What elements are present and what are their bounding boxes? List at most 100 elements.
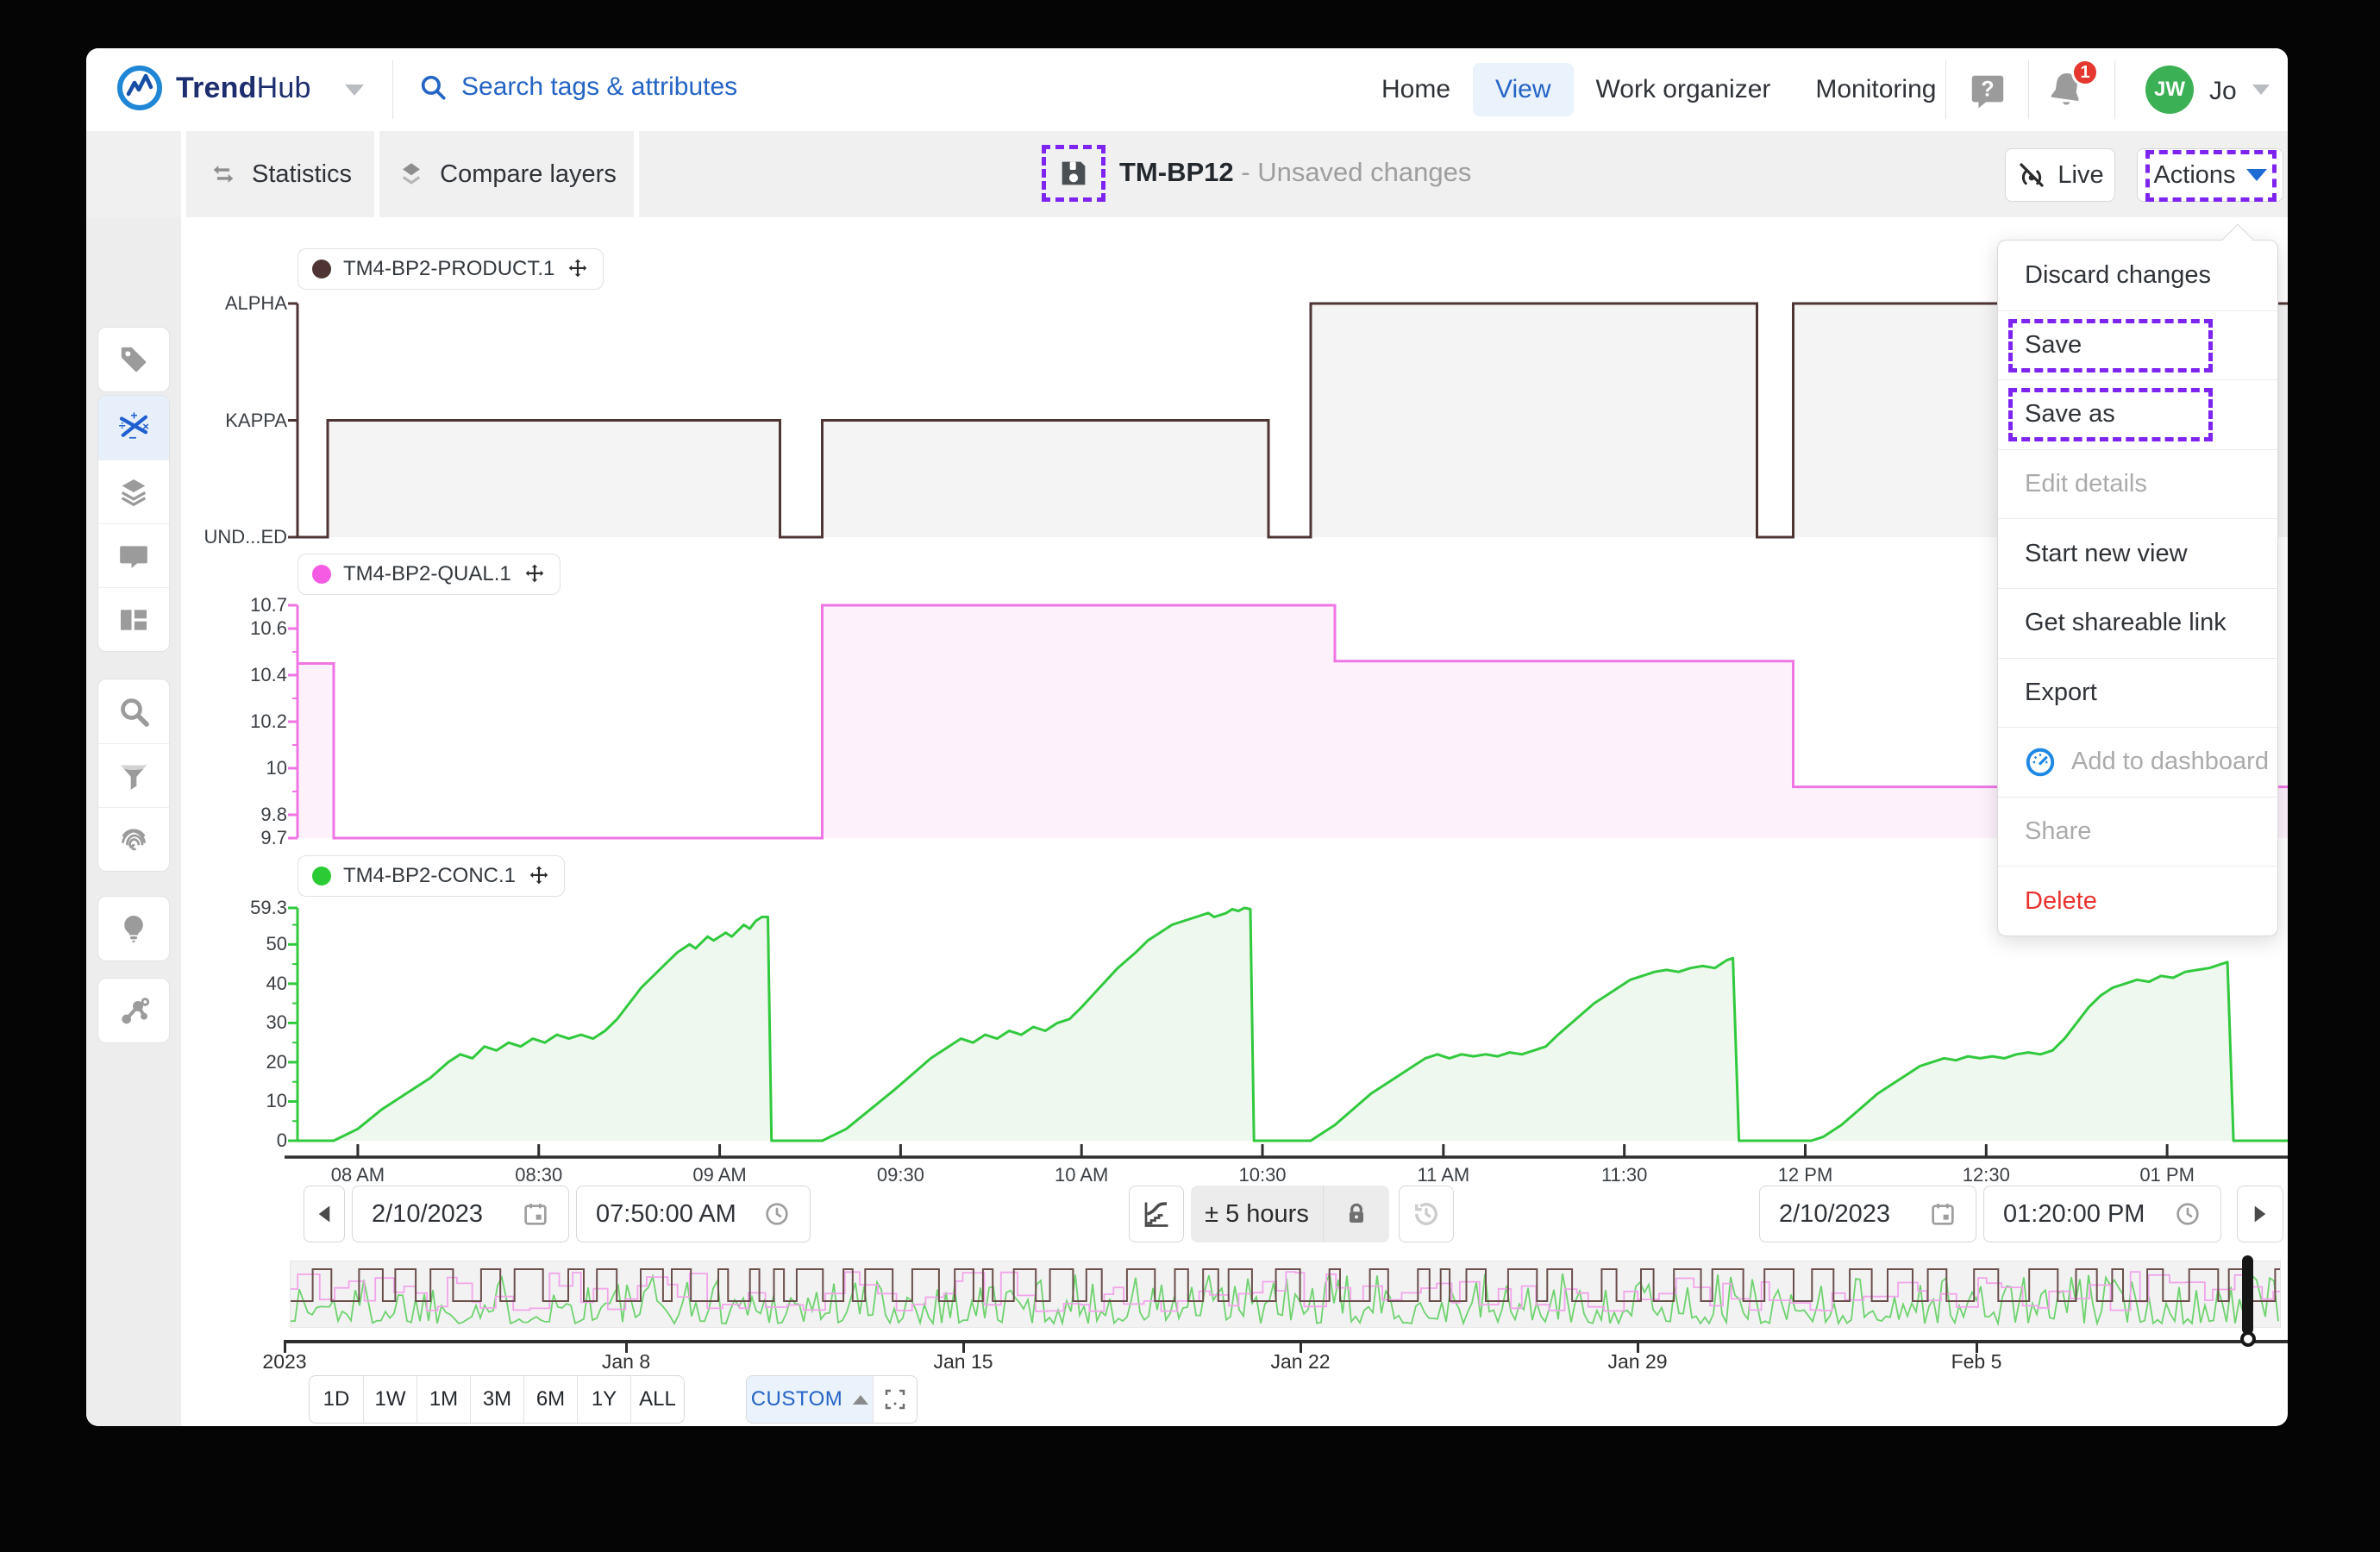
zoom-1y[interactable]: 1Y	[577, 1376, 630, 1423]
nav-view[interactable]: View	[1473, 63, 1573, 116]
legend-pill-qual[interactable]: TM4-BP2-QUAL.1	[298, 554, 561, 595]
live-button[interactable]: Live	[2005, 148, 2115, 202]
duration-lock-button[interactable]	[1323, 1186, 1389, 1242]
sidebar-item-dashboard[interactable]	[98, 587, 169, 651]
statistics-button[interactable]: Statistics	[186, 131, 374, 217]
timeline-label: Jan 29	[1577, 1350, 1698, 1374]
x-axis-tick-label: 12:30	[1926, 1164, 2046, 1186]
sidebar-item-fingerprint[interactable]	[98, 807, 169, 871]
timeline-label: Jan 15	[903, 1350, 1024, 1374]
svg-text:+: +	[130, 410, 137, 422]
x-axis-tick-label: 11:30	[1564, 1164, 1685, 1186]
duration-control[interactable]: ± 5 hours	[1191, 1186, 1389, 1242]
user-menu-caret-icon[interactable]	[2252, 84, 2270, 95]
start-date-field[interactable]: 2/10/2023	[352, 1186, 569, 1242]
menu-get-shareable-link[interactable]: Get shareable link	[1998, 588, 2277, 658]
y-axis-tick-label: 10.2	[191, 710, 287, 733]
y-axis-tick-label: 50	[191, 933, 287, 955]
sidebar-item-filter[interactable]	[98, 743, 169, 807]
nav-home[interactable]: Home	[1359, 63, 1473, 116]
end-date-field[interactable]: 2/10/2023	[1759, 1186, 1976, 1242]
start-time-value: 07:50:00 AM	[596, 1200, 736, 1229]
zoom-6m[interactable]: 6M	[523, 1376, 577, 1423]
x-axis-tick-label: 01 PM	[2107, 1164, 2227, 1186]
header-divider	[2114, 60, 2115, 119]
pan-left-button[interactable]	[304, 1186, 345, 1242]
legend-pill-conc[interactable]: TM4-BP2-CONC.1	[298, 855, 565, 897]
end-time-field[interactable]: 01:20:00 PM	[1983, 1186, 2221, 1242]
y-axis-tick-label: 0	[191, 1130, 287, 1152]
sidebar-item-tags[interactable]	[98, 328, 169, 391]
legend-pill-product[interactable]: TM4-BP2-PRODUCT.1	[298, 248, 604, 290]
filter-icon	[116, 759, 151, 793]
y-axis-tick-label: 10	[191, 1090, 287, 1112]
avatar[interactable]: JW	[2145, 66, 2194, 114]
save-icon[interactable]	[1056, 156, 1091, 191]
timeline-label: 2023	[224, 1350, 345, 1374]
workspace-caret-icon[interactable]	[345, 84, 364, 96]
compare-layers-label: Compare layers	[440, 160, 617, 189]
history-icon	[1411, 1198, 1442, 1230]
sidebar-item-comments[interactable]	[98, 523, 169, 587]
menu-save[interactable]: Save	[1998, 310, 2277, 380]
menu-export[interactable]: Export	[1998, 658, 2277, 728]
move-icon[interactable]	[528, 865, 550, 887]
zoom-1m[interactable]: 1M	[416, 1376, 470, 1423]
timeline-label: Jan 8	[566, 1350, 686, 1374]
unsaved-indicator: - Unsaved changes	[1234, 157, 1472, 187]
sidebar-item-context-graph[interactable]	[98, 979, 169, 1042]
live-label: Live	[2057, 161, 2103, 190]
actions-menu: Discard changes Save Save as Edit detail…	[1997, 240, 2278, 936]
sidebar-item-calculations[interactable]: +÷×−	[98, 396, 169, 460]
compare-layers-button[interactable]: Compare layers	[379, 131, 634, 217]
x-axis-tick-label: 09:30	[840, 1164, 961, 1186]
context-overview-strip[interactable]	[290, 1261, 2281, 1328]
start-time-field[interactable]: 07:50:00 AM	[576, 1186, 811, 1242]
history-button[interactable]	[1399, 1186, 1454, 1242]
custom-caret-up-icon	[853, 1395, 868, 1405]
zoom-presets: 1D 1W 1M 3M 6M 1Y ALL	[309, 1375, 685, 1424]
custom-range-button[interactable]: CUSTOM	[747, 1376, 873, 1423]
save-highlight-box	[1042, 145, 1105, 202]
sidebar-item-recommendations[interactable]	[98, 897, 169, 961]
zoom-1w[interactable]: 1W	[363, 1376, 416, 1423]
x-axis-tick-label: 08 AM	[298, 1164, 418, 1186]
move-icon[interactable]	[567, 258, 589, 280]
menu-save-as[interactable]: Save as	[1998, 379, 2277, 449]
user-name: Jo	[2209, 77, 2237, 106]
help-button[interactable]: ?	[1968, 71, 2007, 110]
series-label: TM4-BP2-CONC.1	[343, 864, 516, 888]
menu-edit-details: Edit details	[1998, 449, 2277, 519]
nav-monitoring[interactable]: Monitoring	[1793, 63, 1958, 116]
menu-start-new-view[interactable]: Start new view	[1998, 518, 2277, 588]
sidebar-item-search[interactable]	[98, 679, 169, 743]
statistics-label: Statistics	[252, 160, 352, 189]
notifications-button[interactable]: 1	[2045, 69, 2087, 110]
actions-button[interactable]: Actions	[2137, 148, 2283, 202]
x-axis-tick-label: 09 AM	[660, 1164, 780, 1186]
zoom-1d[interactable]: 1D	[310, 1376, 363, 1423]
y-axis-tick-label: UND...ED	[191, 526, 287, 548]
actions-caret-icon	[2246, 169, 2267, 181]
timeline-label: Jan 22	[1240, 1350, 1361, 1374]
move-icon[interactable]	[523, 563, 546, 585]
graph-nodes-icon	[116, 993, 151, 1028]
live-off-icon	[2016, 160, 2047, 191]
context-slider-handle[interactable]	[2242, 1255, 2253, 1335]
trendhub-window: TrendHub Search tags & attributes Home V…	[86, 48, 2288, 1426]
clock-icon	[2174, 1200, 2202, 1228]
trend-mode-icon	[1141, 1198, 1172, 1230]
context-slider-knob[interactable]	[2240, 1331, 2256, 1347]
sidebar-item-layers[interactable]	[98, 460, 169, 523]
trendhub-logo[interactable]: TrendHub	[116, 64, 311, 112]
zoom-3m[interactable]: 3M	[470, 1376, 523, 1423]
menu-delete[interactable]: Delete	[1998, 866, 2277, 936]
pan-right-button[interactable]	[2237, 1186, 2283, 1242]
compare-layers-icon	[397, 160, 426, 189]
search-bar[interactable]: Search tags & attributes	[418, 72, 737, 102]
nav-work-organizer[interactable]: Work organizer	[1574, 63, 1794, 116]
zoom-all[interactable]: ALL	[630, 1376, 684, 1423]
fit-range-button[interactable]	[873, 1376, 917, 1423]
series-color-dot	[312, 565, 331, 584]
chart-type-button[interactable]	[1129, 1186, 1184, 1242]
